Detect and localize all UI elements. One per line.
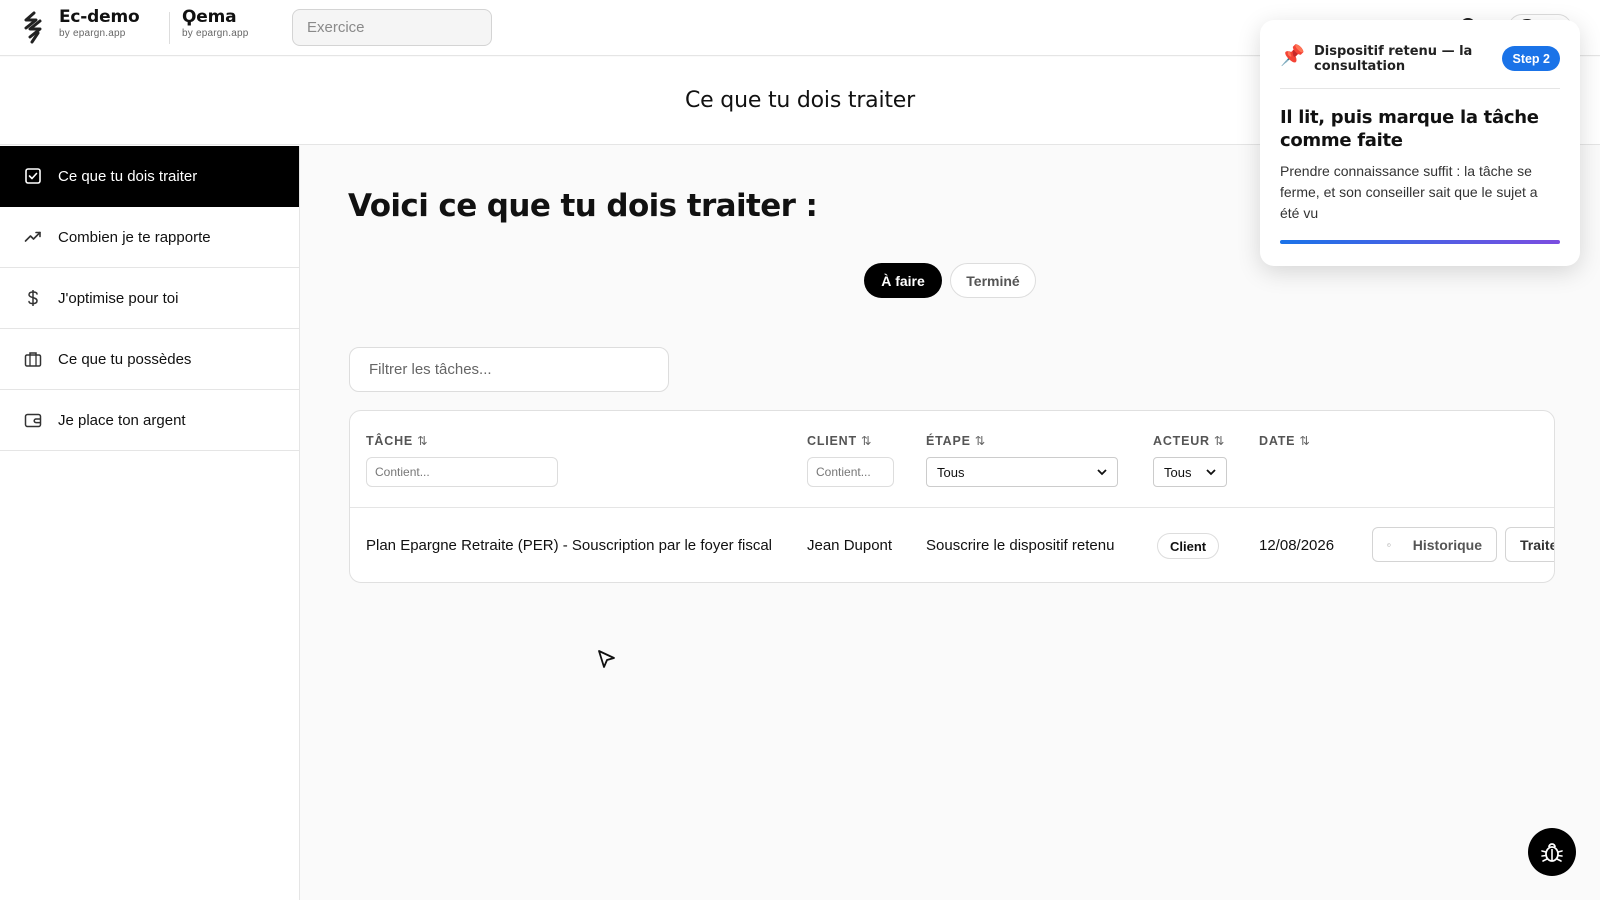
- tour-title: Il lit, puis marque la tâche comme faite: [1280, 107, 1539, 151]
- brand-qema[interactable]: Ϙema by epargn.app: [182, 9, 249, 39]
- sort-icon[interactable]: ⇅: [861, 434, 871, 448]
- briefcase-icon: [24, 350, 42, 368]
- step-cell: Souscrire le dispositif retenu: [926, 537, 1115, 554]
- sidebar-item-place[interactable]: Je place ton argent: [0, 390, 299, 451]
- dollar-icon: [24, 289, 42, 307]
- bug-icon: [1541, 843, 1563, 862]
- actor-select-value: Tous: [1164, 464, 1192, 480]
- table-header: TÂCHE⇅ CLIENT⇅ ÉTAPE⇅ ACTEUR⇅ DATE⇅ Tous…: [350, 411, 1554, 508]
- process-task-label: Traiter: [1520, 536, 1554, 553]
- brand-name: Ϙema: [182, 7, 237, 27]
- client-cell: Jean Dupont: [807, 537, 893, 554]
- sidebar-item-label: Combien je te rapporte: [58, 228, 211, 246]
- tour-popover: 📌 Dispositif retenu — la consultation St…: [1260, 20, 1580, 266]
- column-header-task[interactable]: TÂCHE ⇅: [366, 433, 428, 448]
- sidebar-item-label: J'optimise pour toi: [58, 289, 179, 307]
- column-label: TÂCHE: [366, 434, 414, 448]
- chevron-down-icon: [1097, 468, 1107, 475]
- column-label: ÉTAPE: [926, 434, 971, 448]
- tour-divider: [1280, 88, 1560, 89]
- tour-body: Prendre connaissance suffit : la tâche s…: [1280, 163, 1538, 221]
- wallet-icon: [24, 411, 42, 429]
- tasks-table: TÂCHE⇅ CLIENT⇅ ÉTAPE⇅ ACTEUR⇅ DATE⇅ Tous…: [349, 410, 1555, 583]
- mouse-cursor-icon: [598, 650, 615, 668]
- sort-icon[interactable]: ⇅: [417, 434, 427, 448]
- column-header-date[interactable]: DATE ⇅: [1259, 433, 1310, 448]
- history-button-label: Historique: [1412, 536, 1482, 553]
- brand-name: Ec-demo: [59, 7, 140, 27]
- sort-icon[interactable]: ⇅: [1299, 434, 1309, 448]
- task-column-filter[interactable]: [366, 457, 558, 487]
- bug-report-button[interactable]: [1528, 828, 1576, 876]
- sidebar-item-traiter[interactable]: Ce que tu dois traiter: [0, 146, 299, 207]
- date-cell: 12/08/2026: [1259, 537, 1335, 554]
- column-header-actor[interactable]: ACTEUR ⇅: [1153, 433, 1224, 448]
- brand-sub: by epargn.app: [182, 28, 249, 39]
- process-task-button[interactable]: Traiter: [1505, 527, 1554, 562]
- step-select-value: Tous: [937, 464, 965, 480]
- history-button[interactable]: Historique: [1372, 527, 1497, 562]
- sidebar: Ce que tu dois traiter Combien je te rap…: [0, 146, 300, 900]
- sidebar-item-rapporte[interactable]: Combien je te rapporte: [0, 207, 299, 268]
- column-header-step[interactable]: ÉTAPE ⇅: [926, 433, 985, 448]
- trending-up-icon: [24, 228, 42, 246]
- exercice-input[interactable]: [292, 9, 492, 46]
- tour-header: 📌 Dispositif retenu — la consultation St…: [1280, 44, 1560, 86]
- column-label: DATE: [1259, 434, 1296, 448]
- tab-termine[interactable]: Terminé: [950, 263, 1036, 298]
- sidebar-item-label: Je place ton argent: [58, 411, 186, 429]
- actor-select[interactable]: Tous: [1153, 457, 1227, 487]
- brand-divider: [169, 12, 170, 44]
- clock-icon: [1387, 542, 1391, 547]
- column-header-client[interactable]: CLIENT ⇅: [807, 433, 871, 448]
- tour-progress-bar: [1280, 240, 1560, 244]
- brand-ec-demo[interactable]: Ec-demo by epargn.app: [59, 7, 140, 39]
- sidebar-item-optimise[interactable]: J'optimise pour toi: [0, 268, 299, 329]
- step-badge: Step 2: [1502, 46, 1560, 71]
- brand-sub: by epargn.app: [59, 28, 126, 39]
- sidebar-item-label: Ce que tu dois traiter: [58, 167, 198, 185]
- check-square-icon: [24, 167, 42, 185]
- column-label: ACTEUR: [1153, 434, 1210, 448]
- task-cell: Plan Epargne Retraite (PER) - Souscripti…: [366, 537, 773, 554]
- main-title: Voici ce que tu dois traiter :: [348, 188, 818, 224]
- tour-kicker: Dispositif retenu — la consultation: [1314, 44, 1473, 74]
- sort-icon[interactable]: ⇅: [1214, 434, 1224, 448]
- app-logo-icon[interactable]: [22, 11, 46, 45]
- pushpin-icon: 📌: [1280, 45, 1305, 67]
- chevron-down-icon: [1206, 468, 1216, 475]
- column-label: CLIENT: [807, 434, 857, 448]
- sort-icon[interactable]: ⇅: [975, 434, 985, 448]
- tour-progress-fill: [1280, 240, 1560, 244]
- tab-a-faire[interactable]: À faire: [864, 263, 942, 298]
- sidebar-item-label: Ce que tu possèdes: [58, 350, 192, 368]
- table-row[interactable]: Plan Epargne Retraite (PER) - Souscripti…: [350, 509, 1554, 582]
- step-select[interactable]: Tous: [926, 457, 1118, 487]
- task-filter-input[interactable]: [349, 347, 669, 392]
- page-title: Ce que tu dois traiter: [685, 88, 915, 113]
- sidebar-item-possedes[interactable]: Ce que tu possèdes: [0, 329, 299, 390]
- client-column-filter[interactable]: [807, 457, 894, 487]
- actor-badge: Client: [1157, 533, 1220, 559]
